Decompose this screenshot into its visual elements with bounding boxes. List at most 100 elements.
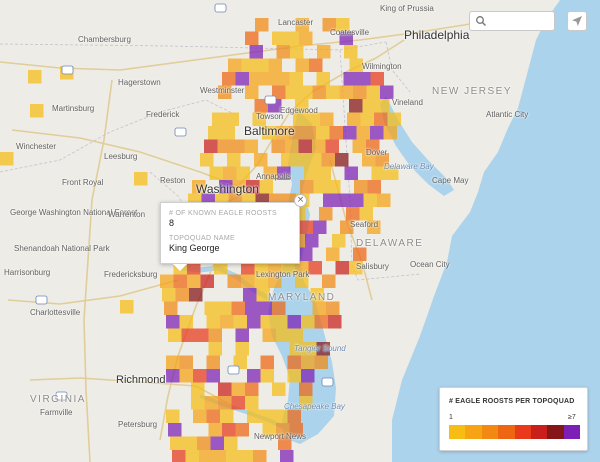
topoquad-cell[interactable] <box>217 139 232 154</box>
topoquad-cell[interactable] <box>218 85 232 100</box>
topoquad-cell[interactable] <box>323 193 337 208</box>
topoquad-cell[interactable] <box>179 355 194 370</box>
topoquad-cell[interactable] <box>312 301 327 316</box>
topoquad-cell[interactable] <box>222 72 236 86</box>
topoquad-cell[interactable] <box>218 301 232 316</box>
topoquad-cell[interactable] <box>225 112 240 127</box>
topoquad-cell[interactable] <box>30 104 44 118</box>
topoquad-cell[interactable] <box>181 328 196 343</box>
topoquad-cell[interactable] <box>245 396 259 410</box>
topoquad-cell[interactable] <box>321 153 336 167</box>
topoquad-cell[interactable] <box>200 274 215 289</box>
topoquad-cell[interactable] <box>235 342 250 356</box>
topoquad-cell[interactable] <box>302 126 317 140</box>
topoquad-cell[interactable] <box>166 355 180 370</box>
topoquad-cell[interactable] <box>310 288 325 302</box>
topoquad-cell[interactable] <box>253 450 267 462</box>
topoquad-cell[interactable] <box>272 382 286 397</box>
topoquad-cell[interactable] <box>314 355 329 370</box>
topoquad-cell[interactable] <box>274 409 288 424</box>
topoquad-cell[interactable] <box>363 193 378 208</box>
topoquad-cell[interactable] <box>322 18 337 32</box>
topoquad-cell[interactable] <box>260 355 275 370</box>
topoquad-cell[interactable] <box>170 436 184 451</box>
topoquad-cell[interactable] <box>206 315 221 329</box>
topoquad-cell[interactable] <box>339 85 354 100</box>
topoquad-cell[interactable] <box>179 315 194 329</box>
topoquad-cell[interactable] <box>319 207 333 221</box>
topoquad-cell[interactable] <box>360 112 375 127</box>
topoquad-cell[interactable] <box>221 126 236 140</box>
topoquad-cell[interactable] <box>166 369 180 383</box>
topoquad-cell[interactable] <box>168 328 182 343</box>
topoquad-cell[interactable] <box>249 45 264 59</box>
topoquad-cell[interactable] <box>287 355 302 370</box>
topoquad-cell[interactable] <box>245 301 259 316</box>
topoquad-cell[interactable] <box>179 369 194 383</box>
topoquad-cell[interactable] <box>299 31 313 46</box>
topoquad-cell[interactable] <box>254 274 269 289</box>
topoquad-cell[interactable] <box>285 139 299 154</box>
topoquad-cell[interactable] <box>208 126 222 140</box>
search-box[interactable] <box>469 11 555 31</box>
topoquad-cell[interactable] <box>271 139 286 154</box>
topoquad-cell[interactable] <box>192 180 206 194</box>
topoquad-cell[interactable] <box>376 99 390 113</box>
topoquad-cell[interactable] <box>343 126 357 140</box>
topoquad-cell[interactable] <box>260 369 275 383</box>
topoquad-cell[interactable] <box>199 450 213 462</box>
topoquad-cell[interactable] <box>375 153 390 167</box>
topoquad-cell[interactable] <box>255 58 269 73</box>
topoquad-cell[interactable] <box>312 139 326 154</box>
topoquad-cell[interactable] <box>252 112 267 127</box>
topoquad-cell[interactable] <box>220 409 234 424</box>
topoquad-cell[interactable] <box>374 112 388 127</box>
topoquad-cell[interactable] <box>227 153 241 167</box>
topoquad-cell[interactable] <box>268 58 283 73</box>
topoquad-cell[interactable] <box>344 45 358 59</box>
topoquad-cell[interactable] <box>294 153 309 167</box>
topoquad-cell[interactable] <box>208 328 223 343</box>
topoquad-cell[interactable] <box>366 85 381 100</box>
topoquad-cell[interactable] <box>166 315 180 329</box>
topoquad-cell[interactable] <box>306 112 321 127</box>
topoquad-cell[interactable] <box>247 315 261 329</box>
topoquad-cell[interactable] <box>290 45 304 59</box>
topoquad-cell[interactable] <box>275 126 290 140</box>
topoquad-cell[interactable] <box>383 126 398 140</box>
topoquad-cell[interactable] <box>314 315 329 329</box>
topoquad-cell[interactable] <box>278 436 292 451</box>
topoquad-cell[interactable] <box>305 234 319 248</box>
topoquad-cell[interactable] <box>268 274 282 289</box>
topoquad-cell[interactable] <box>366 139 380 154</box>
topoquad-cell[interactable] <box>195 328 209 343</box>
topoquad-cell[interactable] <box>226 450 240 462</box>
topoquad-cell[interactable] <box>289 126 303 140</box>
topoquad-cell[interactable] <box>309 58 323 73</box>
topoquad-cell[interactable] <box>233 315 248 329</box>
topoquad-cell[interactable] <box>204 139 218 154</box>
topoquad-cell[interactable] <box>387 112 402 127</box>
topoquad-cell[interactable] <box>232 180 247 194</box>
topoquad-cell[interactable] <box>187 274 201 289</box>
topoquad-cell[interactable] <box>183 436 198 451</box>
topoquad-cell[interactable] <box>243 288 257 302</box>
topoquad-cell[interactable] <box>327 180 341 194</box>
topoquad-cell[interactable] <box>249 72 263 86</box>
topoquad-cell[interactable] <box>340 220 354 235</box>
topoquad-cell[interactable] <box>329 126 344 140</box>
topoquad-cell[interactable] <box>343 72 358 86</box>
topoquad-cell[interactable] <box>206 369 221 383</box>
topoquad-cell[interactable] <box>212 112 226 127</box>
topoquad-cell[interactable] <box>218 382 232 397</box>
topoquad-cell[interactable] <box>367 180 382 194</box>
topoquad-cell[interactable] <box>255 18 269 32</box>
topoquad-cell[interactable] <box>344 166 359 181</box>
topoquad-cell[interactable] <box>287 315 302 329</box>
topoquad-cell[interactable] <box>244 139 259 154</box>
topoquad-cell[interactable] <box>262 126 276 140</box>
topoquad-cell[interactable] <box>349 58 364 73</box>
topoquad-cell[interactable] <box>245 31 259 46</box>
topoquad-cell[interactable] <box>336 18 350 32</box>
topoquad-cell[interactable] <box>222 423 236 437</box>
